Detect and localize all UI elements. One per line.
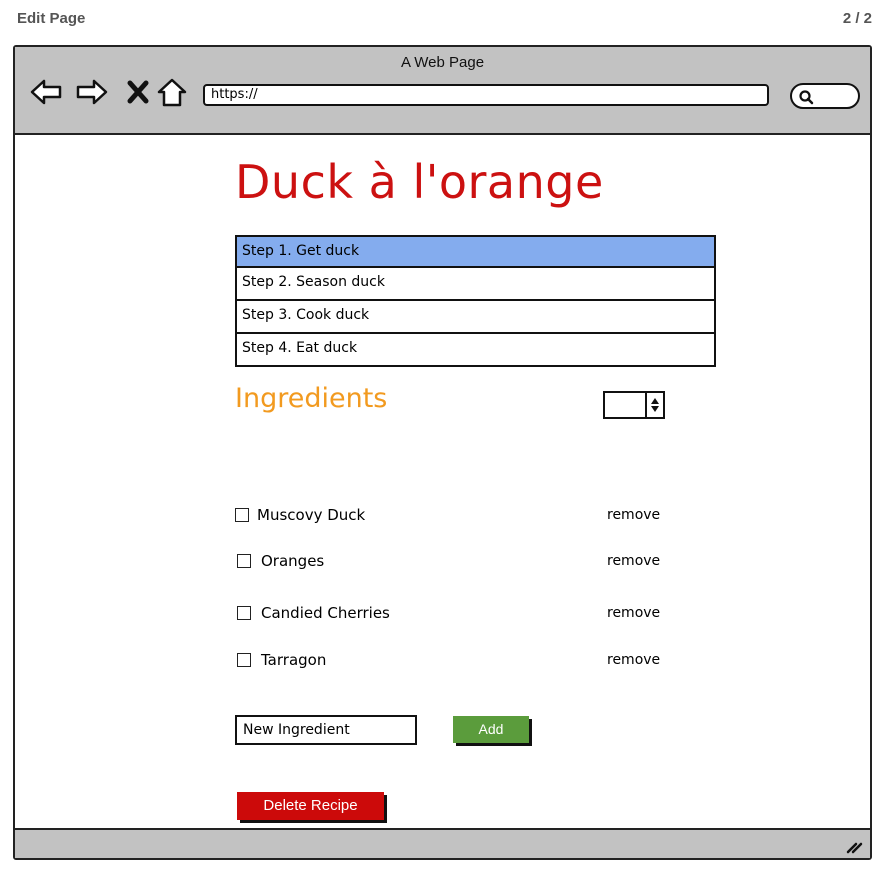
window-title: A Web Page <box>400 54 485 71</box>
ingredient-checkbox[interactable] <box>235 508 249 522</box>
search-icon <box>799 90 814 105</box>
ingredient-checkbox[interactable] <box>237 554 251 568</box>
remove-link[interactable]: remove <box>607 603 660 623</box>
page-count: 2 / 2 <box>842 10 872 27</box>
browser-toolbar: A Web Page https:// <box>15 47 870 135</box>
home-icon[interactable] <box>155 75 189 109</box>
ingredient-checkbox[interactable] <box>237 606 251 620</box>
browser-window: A Web Page https:// Duck à l'orange Step… <box>13 45 872 860</box>
remove-link[interactable]: remove <box>607 650 660 670</box>
close-icon[interactable] <box>121 75 155 109</box>
step-item[interactable]: Step 3. Cook duck <box>235 301 716 334</box>
ingredient-name: Oranges <box>261 552 325 570</box>
browser-status-bar <box>15 828 870 858</box>
back-arrow-icon[interactable] <box>29 75 63 109</box>
forward-arrow-icon[interactable] <box>75 75 109 109</box>
ingredient-row: Muscovy Duck remove <box>235 505 665 527</box>
step-item[interactable]: Step 4. Eat duck <box>235 334 716 367</box>
step-item[interactable]: Step 1. Get duck <box>235 235 716 268</box>
new-ingredient-input[interactable]: New Ingredient <box>235 715 417 745</box>
resize-grip-icon[interactable] <box>844 835 864 855</box>
ingredient-name: Candied Cherries <box>261 604 390 622</box>
ingredient-row: Tarragon remove <box>235 650 665 672</box>
search-field[interactable] <box>790 83 860 109</box>
ingredient-checkbox[interactable] <box>237 653 251 667</box>
stepper-arrows-icon[interactable] <box>645 393 663 417</box>
add-ingredient-button[interactable]: Add <box>453 716 529 743</box>
ingredients-heading: Ingredients <box>235 383 388 414</box>
page-content: Duck à l'orange Step 1. Get duck Step 2.… <box>15 135 870 828</box>
remove-link[interactable]: remove <box>607 551 660 571</box>
ingredient-name: Tarragon <box>261 651 327 669</box>
steps-list: Step 1. Get duck Step 2. Season duck Ste… <box>235 235 716 367</box>
remove-link[interactable]: remove <box>607 505 660 525</box>
url-bar[interactable]: https:// <box>203 84 769 106</box>
delete-recipe-button[interactable]: Delete Recipe <box>237 792 384 820</box>
ingredient-name: Muscovy Duck <box>257 506 366 524</box>
recipe-title: Duck à l'orange <box>235 155 604 209</box>
ingredient-row: Candied Cherries remove <box>235 603 665 625</box>
page-label: Edit Page <box>17 10 86 27</box>
ingredient-row: Oranges remove <box>235 551 665 573</box>
quantity-stepper[interactable] <box>603 391 665 419</box>
step-item[interactable]: Step 2. Season duck <box>235 268 716 301</box>
